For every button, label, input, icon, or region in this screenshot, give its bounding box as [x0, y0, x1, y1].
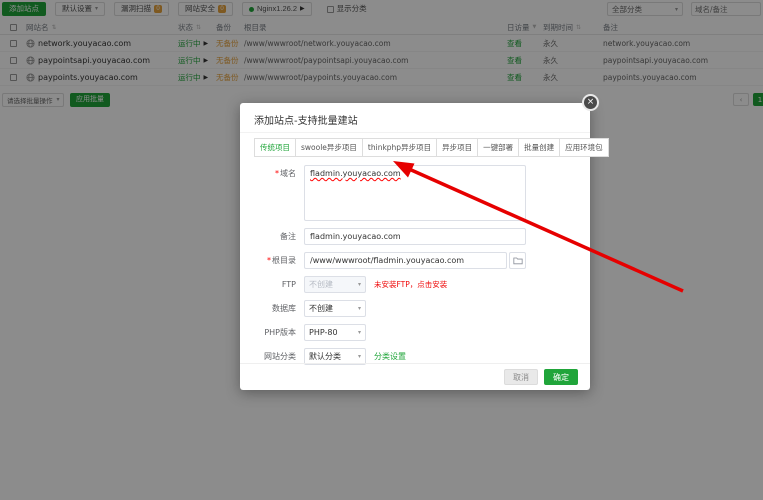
chevron-down-icon: ▾ [358, 281, 361, 288]
modal-footer: 取消 确定 [240, 363, 590, 390]
note-input[interactable] [304, 228, 526, 245]
tab-traditional-project[interactable]: 传统项目 [254, 138, 296, 157]
modal-title: 添加站点-支持批量建站 [240, 103, 590, 133]
domain-label: *域名 [240, 165, 304, 182]
ftp-select: 不创建 ▾ [304, 276, 366, 293]
note-label: 备注 [240, 228, 304, 245]
chevron-down-icon: ▾ [358, 305, 361, 312]
tab-async-project[interactable]: 异步项目 [436, 138, 478, 157]
ftp-value: 不创建 [309, 279, 333, 290]
close-icon[interactable]: × [582, 94, 599, 111]
tab-swoole-async[interactable]: swoole异步项目 [295, 138, 363, 157]
ftp-label: FTP [240, 276, 304, 293]
category-settings-link[interactable]: 分类设置 [374, 351, 406, 362]
tab-one-click-deploy[interactable]: 一键部署 [477, 138, 519, 157]
cancel-button[interactable]: 取消 [504, 369, 538, 385]
php-version-value: PHP-80 [309, 328, 338, 337]
database-value: 不创建 [309, 303, 333, 314]
confirm-button[interactable]: 确定 [544, 369, 578, 385]
chevron-down-icon: ▾ [358, 329, 361, 336]
tab-app-env-package[interactable]: 应用环境包 [559, 138, 609, 157]
php-version-label: PHP版本 [240, 324, 304, 341]
site-category-value: 默认分类 [309, 351, 341, 362]
tab-thinkphp-async[interactable]: thinkphp异步项目 [362, 138, 437, 157]
root-label: *根目录 [240, 252, 304, 269]
ftp-install-warning[interactable]: 未安装FTP，点击安装 [374, 279, 447, 290]
php-version-select[interactable]: PHP-80 ▾ [304, 324, 366, 341]
website-manager-page: 添加站点 默认设置 ▾ 漏洞扫描 0 网站安全 0 Nginx1.26.2 ▶ … [0, 0, 763, 500]
tab-batch-create[interactable]: 批量创建 [518, 138, 560, 157]
add-site-form: *域名 fladmin.youyacao.com 备注 *根目录 FTP 不创建… [240, 165, 590, 365]
folder-picker-button[interactable] [509, 252, 526, 269]
root-path-input[interactable] [304, 252, 507, 269]
database-label: 数据库 [240, 300, 304, 317]
modal-tabs: 传统项目 swoole异步项目 thinkphp异步项目 异步项目 一键部署 批… [254, 138, 576, 157]
add-site-modal: × 添加站点-支持批量建站 传统项目 swoole异步项目 thinkphp异步… [240, 103, 590, 390]
domain-value: fladmin.youyacao.com [310, 169, 401, 178]
chevron-down-icon: ▾ [358, 353, 361, 360]
domain-textarea[interactable]: fladmin.youyacao.com [304, 165, 526, 221]
folder-icon [513, 256, 523, 265]
database-select[interactable]: 不创建 ▾ [304, 300, 366, 317]
